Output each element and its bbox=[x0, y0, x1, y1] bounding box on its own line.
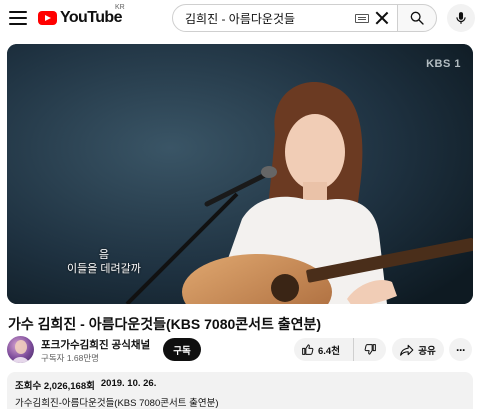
keyboard-icon[interactable] bbox=[355, 13, 369, 23]
like-count: 6.4천 bbox=[318, 345, 340, 357]
search-button[interactable] bbox=[397, 4, 437, 32]
share-button[interactable]: 공유 bbox=[392, 338, 444, 361]
like-dislike-group: 6.4천 bbox=[294, 338, 386, 361]
share-icon bbox=[400, 344, 414, 356]
search-input[interactable]: 김희진 - 아름다운것들 bbox=[185, 10, 355, 27]
more-icon[interactable]: ··· bbox=[449, 338, 472, 361]
share-label: 공유 bbox=[418, 345, 436, 357]
region-label: KR bbox=[115, 4, 125, 11]
subtitle-line: 음 bbox=[98, 249, 110, 261]
description-box[interactable]: 조회수 2,026,168회 2019. 10. 26. 가수김희진-아름다운것… bbox=[7, 372, 473, 409]
upload-date: 2019. 10. 26. bbox=[100, 378, 157, 389]
search-box[interactable]: 김희진 - 아름다운것들 bbox=[172, 4, 398, 32]
subtitle-line: 이들을 데려갈까 bbox=[67, 263, 141, 275]
subscribe-button[interactable]: 구독 bbox=[163, 338, 201, 361]
menu-icon[interactable] bbox=[6, 6, 30, 30]
like-icon bbox=[302, 344, 314, 355]
top-bar: YouTube KR 김희진 - 아름다운것들 bbox=[0, 0, 480, 36]
dislike-button[interactable] bbox=[354, 338, 386, 361]
clear-icon[interactable] bbox=[375, 11, 389, 25]
logo-text: YouTube bbox=[60, 9, 122, 26]
search-icon bbox=[410, 11, 424, 25]
channel-avatar[interactable] bbox=[7, 336, 34, 363]
description-meta: 조회수 2,026,168회 2019. 10. 26. bbox=[15, 378, 465, 392]
video-subtitle: 음 이들을 데려갈까 bbox=[67, 248, 141, 276]
like-button[interactable]: 6.4천 bbox=[294, 338, 354, 361]
channel-name[interactable]: 포크가수김희진 공식채널 bbox=[41, 337, 150, 352]
broadcaster-logo: KBS 1 bbox=[426, 58, 461, 70]
video-title: 가수 김희진 - 아름다운것들(KBS 7080콘서트 출연분) bbox=[8, 316, 322, 332]
avatar-image bbox=[12, 340, 29, 363]
youtube-logo[interactable]: YouTube KR bbox=[38, 4, 125, 27]
video-player[interactable]: KBS 1 음 이들을 데려갈까 bbox=[7, 44, 473, 304]
description-text: 가수김희진-아름다운것들(KBS 7080콘서트 출연분) bbox=[15, 398, 219, 409]
youtube-logo-icon bbox=[38, 11, 57, 25]
view-count: 조회수 2,026,168회 bbox=[15, 381, 95, 392]
mic-icon bbox=[456, 12, 466, 24]
dislike-icon bbox=[364, 344, 376, 355]
voice-search-button[interactable] bbox=[447, 4, 475, 32]
subscriber-count: 구독자 1.68만명 bbox=[41, 353, 100, 363]
